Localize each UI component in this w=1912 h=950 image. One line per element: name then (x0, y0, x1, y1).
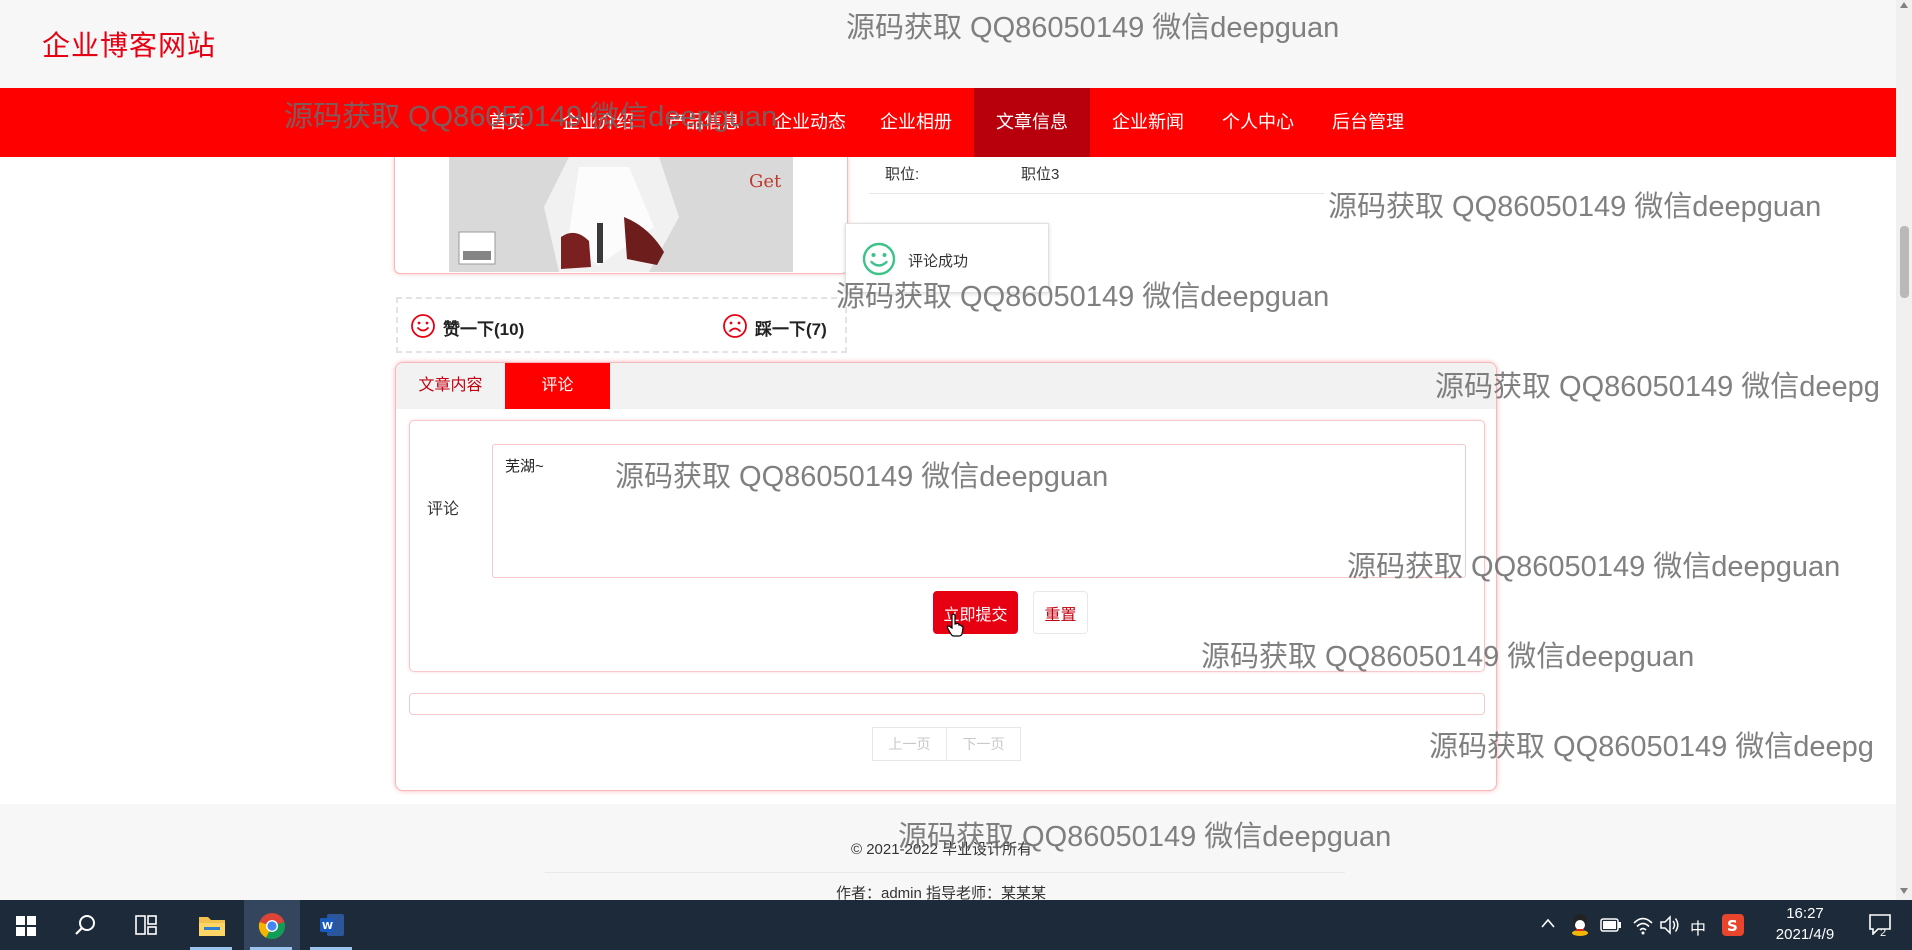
nav-item-album[interactable]: 企业相册 (870, 88, 962, 157)
clock-date[interactable]: 2021/4/9 (1762, 926, 1848, 943)
svg-text:Get: Get (749, 171, 782, 192)
search-icon[interactable] (60, 900, 112, 950)
comment-form: 评论 芜湖~ 立即提交 重置 (409, 420, 1485, 672)
wifi-icon[interactable] (1632, 915, 1654, 935)
clock-time[interactable]: 16:27 (1770, 905, 1840, 922)
svg-text:W: W (322, 921, 333, 932)
dislike-label: 踩一下(7) (755, 320, 827, 339)
hand-cursor-icon (946, 613, 964, 637)
battery-icon[interactable] (1600, 916, 1622, 934)
scroll-down-icon[interactable] (1900, 888, 1908, 894)
ime-indicator[interactable]: 中 (1690, 915, 1706, 939)
position-value: 职位3 (1021, 166, 1060, 183)
like-button[interactable]: 赞一下(10) (410, 313, 560, 339)
svg-text:S: S (1727, 917, 1738, 935)
toast-message: 评论成功 (908, 253, 969, 270)
tab-bar: 文章内容 评论 (396, 363, 1496, 409)
article-image-card: Get (394, 157, 848, 274)
copyright-text: © 2021-2022 毕业设计所有 (851, 841, 1033, 858)
volume-icon[interactable] (1659, 915, 1681, 935)
info-divider (869, 193, 1324, 194)
article-panel: 文章内容 评论 评论 芜湖~ 立即提交 重置 上一页 下一页 (395, 362, 1497, 791)
like-label: 赞一下(10) (443, 320, 525, 339)
page-scrollbar[interactable] (1896, 0, 1912, 900)
sogou-input-icon[interactable]: S (1722, 914, 1744, 936)
nav-item-products[interactable]: 产品信息 (658, 88, 750, 157)
nav-item-company-intro[interactable]: 企业介绍 (552, 88, 644, 157)
word-icon[interactable]: W (304, 900, 360, 950)
task-view-icon[interactable] (120, 900, 172, 950)
site-header: 企业博客网站 (0, 0, 1896, 88)
reset-button[interactable]: 重置 (1033, 591, 1088, 634)
sad-face-icon (723, 314, 747, 338)
smile-icon (862, 242, 896, 276)
scrollbar-thumb[interactable] (1900, 226, 1909, 298)
windows-start-icon[interactable] (0, 900, 52, 950)
site-footer: © 2021-2022 毕业设计所有 作者：admin 指导老师：某某某 (0, 804, 1896, 902)
nav-item-news[interactable]: 企业新闻 (1102, 88, 1194, 157)
prev-page-button[interactable]: 上一页 (872, 727, 947, 761)
next-page-button[interactable]: 下一页 (947, 727, 1021, 761)
footer-divider (545, 872, 1345, 873)
watermark-text: 源码获取 QQ86050149 微信deepguan (1328, 191, 1822, 223)
file-explorer-icon[interactable] (184, 900, 240, 950)
comment-label: 评论 (427, 501, 460, 518)
qq-icon[interactable] (1570, 913, 1590, 937)
nav-item-articles[interactable]: 文章信息 (974, 88, 1090, 157)
chrome-icon[interactable] (244, 900, 300, 950)
position-label: 职位: (885, 166, 920, 183)
tab-comments[interactable]: 评论 (505, 363, 610, 409)
article-cover-image: Get (449, 157, 793, 272)
comment-success-toast: 评论成功 (845, 223, 1049, 293)
nav-item-personal-center[interactable]: 个人中心 (1212, 88, 1304, 157)
site-title[interactable]: 企业博客网站 (42, 24, 216, 64)
pagination: 上一页 下一页 (872, 727, 1021, 761)
comment-list (409, 693, 1485, 715)
nav-item-admin[interactable]: 后台管理 (1322, 88, 1414, 157)
chevron-up-icon[interactable] (1541, 918, 1555, 928)
scroll-up-icon[interactable] (1900, 2, 1908, 8)
notification-count: 2 (1879, 927, 1887, 939)
watermark-text: 源码获取 QQ86050149 微信deepg (1435, 371, 1880, 403)
nav-item-company-dynamics[interactable]: 企业动态 (764, 88, 856, 157)
vote-box: 赞一下(10) 踩一下(7) (396, 297, 847, 353)
comment-textarea[interactable]: 芜湖~ (492, 444, 1466, 578)
tab-article-content[interactable]: 文章内容 (396, 363, 505, 409)
smile-icon (411, 314, 435, 338)
main-nav: 首页 企业介绍 产品信息 企业动态 企业相册 文章信息 企业新闻 个人中心 后台… (0, 88, 1896, 157)
nav-item-home[interactable]: 首页 (476, 88, 538, 157)
windows-taskbar: W 中 S 16:27 2021/4/9 2 (0, 900, 1912, 950)
dislike-button[interactable]: 踩一下(7) (722, 313, 842, 339)
